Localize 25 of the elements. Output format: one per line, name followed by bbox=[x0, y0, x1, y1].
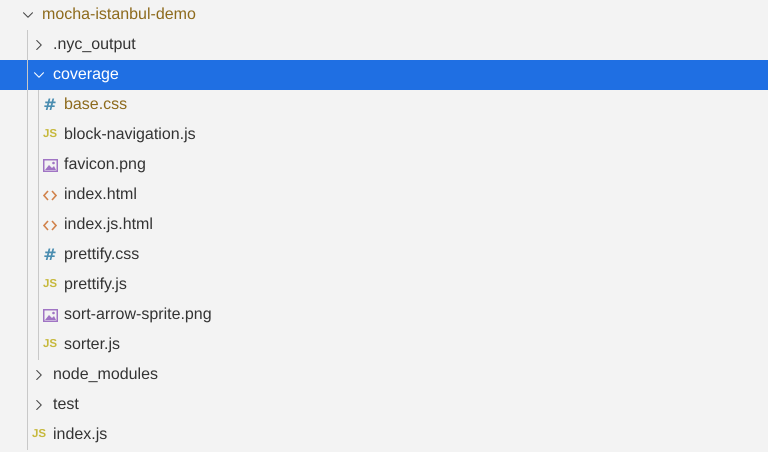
js-file-icon: JS bbox=[42, 339, 58, 351]
file-item[interactable]: # base.css bbox=[0, 90, 768, 120]
file-item[interactable]: favicon.png bbox=[0, 150, 768, 180]
image-file-icon bbox=[42, 158, 58, 172]
js-file-icon: JS bbox=[42, 129, 58, 141]
hash-icon: # bbox=[43, 247, 57, 263]
image-file-icon bbox=[42, 308, 58, 322]
js-file-icon: JS bbox=[42, 279, 58, 291]
file-item[interactable]: sort-arrow-sprite.png bbox=[0, 300, 768, 330]
file-item[interactable]: index.js.html bbox=[0, 210, 768, 240]
file-item[interactable]: JS block-navigation.js bbox=[0, 120, 768, 150]
folder-item[interactable]: .nyc_output bbox=[0, 30, 768, 60]
file-item[interactable]: index.html bbox=[0, 180, 768, 210]
code-brackets-icon bbox=[43, 220, 57, 230]
js-file-icon: JS bbox=[32, 429, 46, 441]
folder-item[interactable]: node_modules bbox=[0, 360, 768, 390]
code-brackets-icon bbox=[43, 190, 57, 200]
file-item[interactable]: # prettify.css bbox=[0, 240, 768, 270]
folder-item[interactable]: mocha-istanbul-demo bbox=[0, 0, 768, 30]
folder-item[interactable]: coverage bbox=[0, 60, 768, 90]
hash-icon: # bbox=[43, 97, 57, 113]
file-item[interactable]: JS prettify.js bbox=[0, 270, 768, 300]
file-item[interactable]: JS sorter.js bbox=[0, 330, 768, 360]
folder-item[interactable]: test bbox=[0, 390, 768, 420]
file-item[interactable]: JS index.js bbox=[0, 420, 768, 450]
